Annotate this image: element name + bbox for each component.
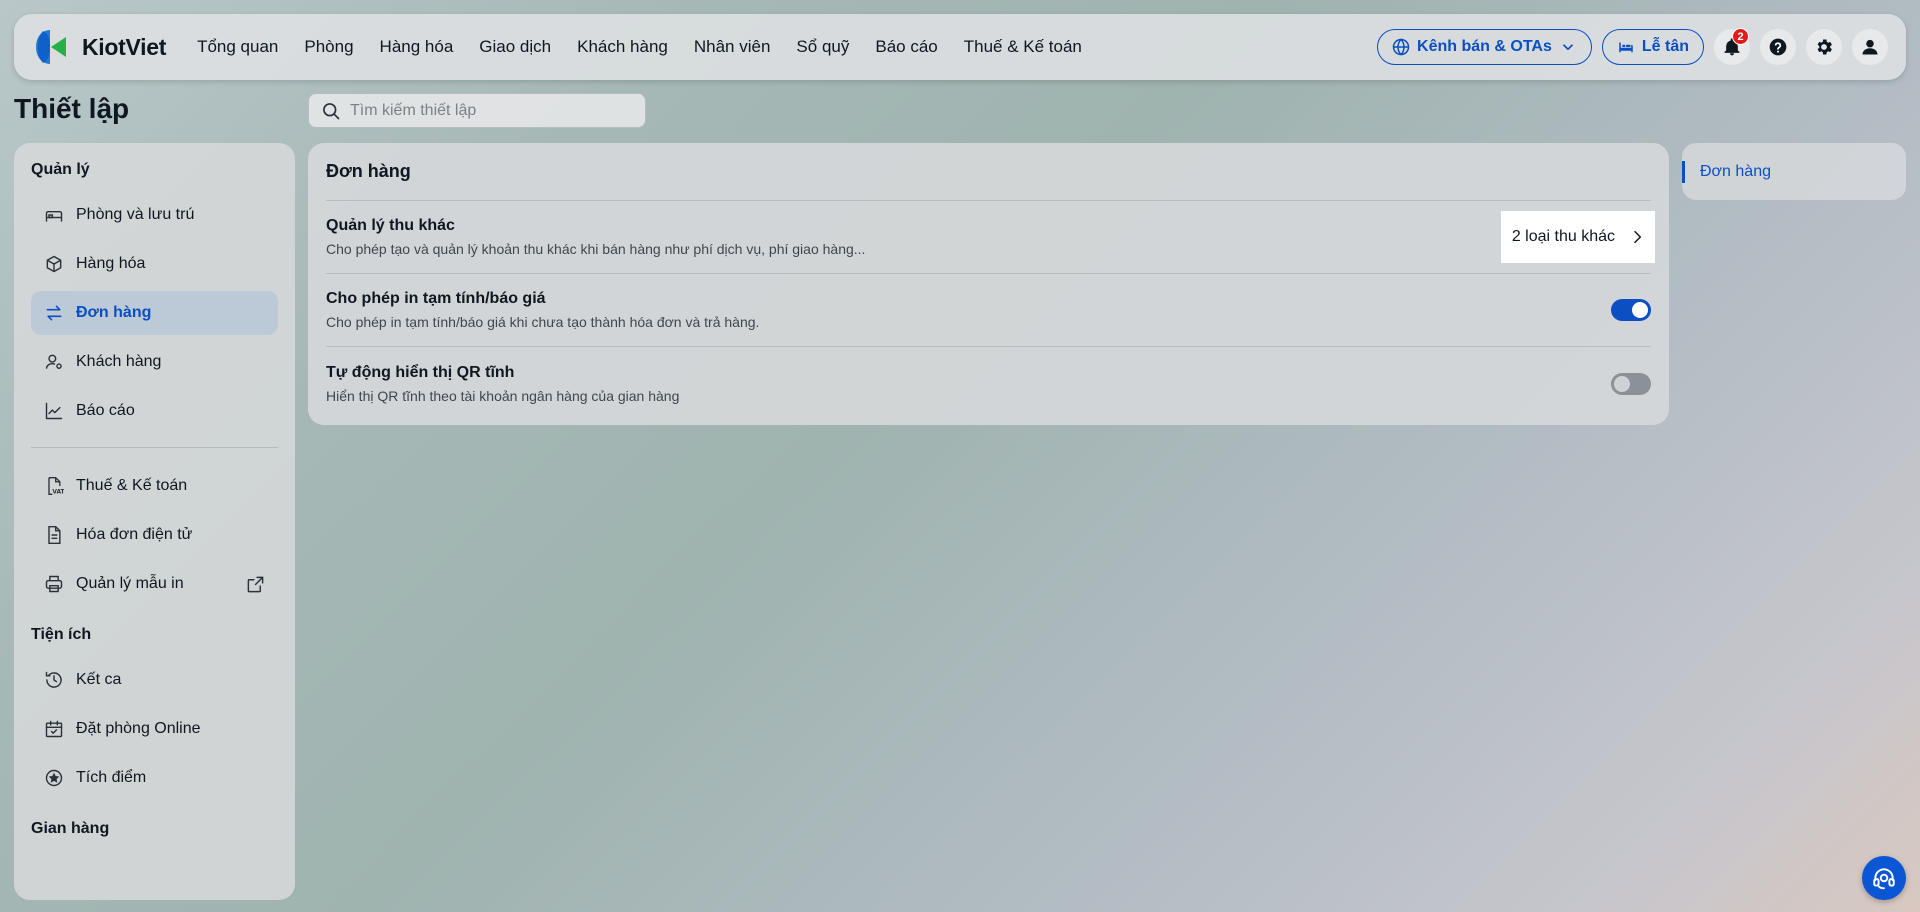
svg-text:VAT: VAT [52,490,64,496]
printer-icon [45,575,63,593]
setting-row-print-quote: Cho phép in tạm tính/báo giá Cho phép in… [326,274,1651,347]
kiotviet-logo[interactable]: KiotViet [32,27,166,67]
chevron-right-icon [1634,230,1642,244]
sidebar-item-e-invoice[interactable]: Hóa đơn điện tử [31,513,278,557]
sidebar-item-label: Quản lý mẫu in [76,575,184,592]
sidebar-item-tax-accounting[interactable]: VAT Thuế & Kế toán [31,464,278,508]
sidebar-item-online-booking[interactable]: Đặt phòng Online [31,707,278,751]
sidebar-item-goods[interactable]: Hàng hóa [31,242,278,286]
toc-item-orders[interactable]: Đơn hàng [1682,160,1771,183]
section-store-title: Gian hàng [31,820,110,837]
chevron-down-icon [1562,44,1573,51]
box-icon [46,255,62,273]
sidebar-item-label: Đặt phòng Online [76,720,201,737]
nav-reports[interactable]: Báo cáo [862,37,950,57]
bed-icon [1619,42,1633,53]
section-utility-title: Tiện ích [31,626,92,643]
setting-title: Quản lý thu khác [326,217,455,234]
sidebar-item-label: Báo cáo [76,402,135,419]
sidebar-item-customers[interactable]: Khách hàng [31,340,278,384]
search-input[interactable] [350,101,630,120]
top-navigation-bar: KiotViet Tổng quan Phòng Hàng hóa Giao d… [14,14,1906,80]
settings-search[interactable] [308,93,646,128]
history-icon [45,671,62,688]
sidebar-item-label: Phòng và lưu trú [76,206,195,223]
document-icon [48,525,61,545]
vat-document-icon: VAT [48,477,64,496]
sidebar-item-label: Kết ca [76,671,122,688]
search-icon [323,102,340,119]
page-title: Thiết lập [14,93,130,124]
sidebar-item-print-templates[interactable]: Quản lý mẫu in [31,562,278,606]
help-icon [1769,38,1787,56]
notification-badge: 2 [1732,28,1749,45]
sidebar-item-shift-close[interactable]: Kết ca [31,658,278,702]
sidebar-item-label: Tích điểm [76,769,147,786]
orders-settings-panel: Đơn hàng Quản lý thu khác Cho phép tạo v… [308,143,1669,425]
nav-actions: Kênh bán & OTAs Lễ tân 2 [1377,28,1888,65]
static-qr-toggle[interactable] [1611,372,1651,395]
setting-text: Tự động hiển thị QR tĩnh Hiển thị QR tĩn… [326,364,679,404]
sidebar-item-rooms[interactable]: Phòng và lưu trú [31,193,278,237]
gear-icon [1817,39,1832,55]
channel-otas-label: Kênh bán & OTAs [1417,38,1552,55]
sidebar-item-label: Hàng hóa [76,255,146,272]
app-name: KiotViet [82,33,167,60]
sidebar-item-label: Hóa đơn điện tử [76,526,193,543]
print-quote-toggle[interactable] [1611,299,1651,321]
bed-icon [45,210,63,222]
sidebar-item-reports[interactable]: Báo cáo [31,389,278,433]
sidebar-divider [31,447,278,448]
nav-tax-accounting[interactable]: Thuế & Kế toán [951,37,1095,57]
help-button[interactable] [1760,29,1796,65]
support-chat-button[interactable] [1862,856,1906,900]
other-fees-count: 2 loại thu khác [1511,228,1615,245]
user-settings-icon [45,354,62,369]
settings-sidebar: Quản lý Phòng và lưu trú Hàng hóa Đơn hà… [14,143,295,900]
user-icon [1862,39,1878,55]
calendar-check-icon [45,720,63,738]
external-link-icon[interactable] [246,575,265,594]
globe-icon [1392,38,1410,56]
other-fees-link[interactable]: 2 loại thu khác [1500,211,1655,263]
panel-title: Đơn hàng [326,143,1651,201]
swap-arrows-icon [46,305,62,321]
channel-otas-button[interactable]: Kênh bán & OTAs [1377,29,1592,65]
section-manage-title: Quản lý [31,161,90,178]
nav-rooms[interactable]: Phòng [291,37,366,57]
sidebar-item-label: Đơn hàng [76,304,152,321]
sidebar-item-orders[interactable]: Đơn hàng [31,291,278,335]
setting-row-other-fees: Quản lý thu khác Cho phép tạo và quản lý… [326,201,1655,274]
nav-goods[interactable]: Hàng hóa [367,37,467,57]
nav-transactions[interactable]: Giao dịch [466,37,564,57]
nav-cashbook[interactable]: Sổ quỹ [783,37,862,57]
settings-button[interactable] [1806,29,1842,65]
reception-label: Lễ tân [1641,38,1689,55]
section-anchor-nav: Đơn hàng [1682,143,1906,200]
reception-button[interactable]: Lễ tân [1601,29,1704,65]
nav-staff[interactable]: Nhân viên [681,37,784,57]
sidebar-item-label: Khách hàng [76,353,162,370]
notification-button[interactable]: 2 [1714,28,1750,65]
star-circle-icon [45,769,63,787]
chart-line-icon [45,402,63,420]
setting-title: Tự động hiển thị QR tĩnh [326,363,515,381]
setting-description: Cho phép tạo và quản lý khoản thu khác k… [326,241,866,257]
nav-customers[interactable]: Khách hàng [564,37,681,57]
setting-title: Cho phép in tạm tính/báo giá [326,290,546,307]
main-nav: Tổng quan Phòng Hàng hóa Giao dịch Khách… [184,37,1095,57]
user-account-button[interactable] [1852,29,1888,65]
setting-description: Cho phép in tạm tính/báo giá khi chưa tạ… [326,314,760,330]
kiotviet-logo-icon [36,30,66,64]
headset-icon [1873,868,1895,890]
nav-overview[interactable]: Tổng quan [184,37,291,57]
setting-text: Quản lý thu khác Cho phép tạo và quản lý… [326,217,865,257]
sidebar-item-loyalty-points[interactable]: Tích điểm [31,756,278,800]
setting-text: Cho phép in tạm tính/báo giá Cho phép in… [326,290,759,330]
setting-description: Hiển thị QR tĩnh theo tài khoản ngân hàn… [326,387,680,404]
setting-row-static-qr: Tự động hiển thị QR tĩnh Hiển thị QR tĩn… [326,347,1651,420]
sidebar-item-label: Thuế & Kế toán [76,477,188,494]
